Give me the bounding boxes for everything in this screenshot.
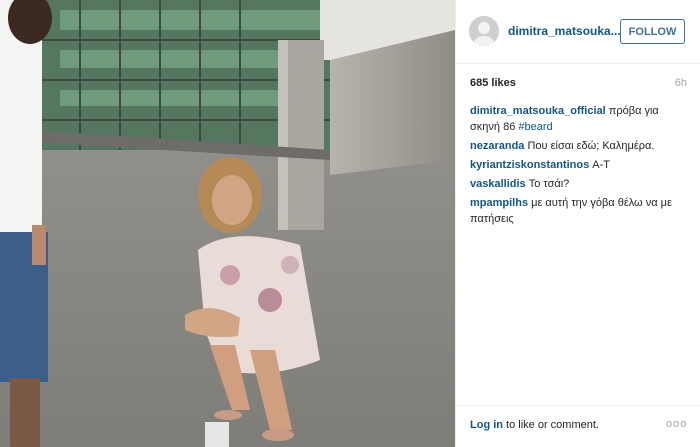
avatar[interactable] [469,16,499,46]
post-photo[interactable] [0,0,455,447]
likes-count[interactable]: 685 likes [470,77,516,89]
login-prompt-text: to like or comment. [503,419,599,431]
caption: dimitra_matsouka_official πρόβα για σκην… [470,103,687,135]
comment-username[interactable]: nezaranda [470,140,524,152]
comment-username[interactable]: dimitra_matsouka_official [470,105,606,117]
comment-text: Που είσαι εδώ; Καλημέρα. [524,140,655,152]
post-time[interactable]: 6h [675,77,687,89]
comment-item: mpampilhs με αυτή την γόβα θέλω να με πα… [470,195,687,227]
login-prompt: Log in to like or comment. [470,419,599,431]
username-link[interactable]: dimitra_matsouka... [508,24,621,38]
post-footer: Log in to like or comment. ooo [456,405,700,447]
post-stats: 685 likes 6h [470,77,687,91]
comment-item: nezaranda Που είσαι εδώ; Καλημέρα. [470,138,687,154]
comment-item: kyriantziskonstantinos Α-Τ [470,157,687,173]
comment-item: vaskallidis Το τσάι? [470,176,687,192]
comment-username[interactable]: kyriantziskonstantinos [470,159,589,171]
login-link[interactable]: Log in [470,419,503,431]
comment-text: Το τσάι? [525,178,570,190]
photo-scene [0,0,455,447]
comment-list: dimitra_matsouka_official πρόβα για σκην… [470,103,687,230]
post-header: dimitra_matsouka... FOLLOW [456,0,700,64]
hashtag-link[interactable]: #beard [518,121,552,133]
avatar-image [469,16,499,46]
comment-username[interactable]: mpampilhs [470,197,528,209]
follow-button[interactable]: FOLLOW [620,19,685,44]
comment-text: Α-Τ [589,159,610,171]
ellipsis-icon[interactable]: ooo [666,418,687,430]
post-sidebar: dimitra_matsouka... FOLLOW 685 likes 6h … [455,0,700,447]
comment-username[interactable]: vaskallidis [470,178,526,190]
